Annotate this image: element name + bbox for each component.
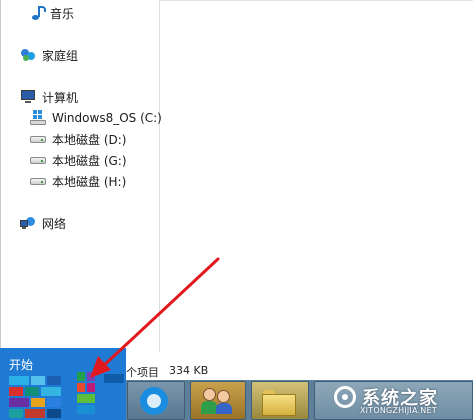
hard-drive-icon: [30, 134, 46, 144]
nav-item-network[interactable]: 网络: [20, 213, 66, 233]
nav-item-label: 网络: [42, 216, 67, 231]
windows-drive-icon: [30, 110, 46, 126]
browser-icon: [140, 387, 168, 415]
watermark-subtitle: XITONGZHIJIA.NET: [360, 406, 437, 415]
nav-item-drive-d[interactable]: 本地磁盘 (D:): [30, 129, 126, 149]
start-label: 开始: [9, 358, 34, 372]
status-selection-size: 334 KB: [169, 364, 209, 377]
nav-item-drive-g[interactable]: 本地磁盘 (G:): [30, 150, 127, 170]
nav-item-music[interactable]: 音乐: [30, 3, 74, 23]
music-note-icon: [30, 5, 46, 21]
network-icon: [20, 216, 36, 230]
navigation-pane-divider[interactable]: [159, 0, 160, 352]
nav-item-label: 计算机: [42, 90, 79, 105]
watermark-logo-icon: [334, 386, 358, 410]
nav-item-label: 家庭组: [42, 48, 79, 63]
file-explorer-icon: [262, 390, 296, 416]
nav-item-drive-h[interactable]: 本地磁盘 (H:): [30, 171, 126, 191]
nav-item-label: 音乐: [50, 6, 75, 21]
computer-icon: [20, 90, 36, 104]
nav-item-label: 本地磁盘 (D:): [52, 132, 127, 147]
nav-item-drive-c[interactable]: Windows8_OS (C:): [30, 108, 162, 128]
nav-item-label: Windows8_OS (C:): [52, 111, 162, 125]
homegroup-icon: [20, 48, 36, 62]
nav-item-label: 本地磁盘 (G:): [52, 153, 127, 168]
nav-item-homegroup[interactable]: 家庭组: [20, 45, 78, 65]
nav-item-label: 本地磁盘 (H:): [52, 174, 127, 189]
users-icon: [199, 386, 235, 416]
nav-item-computer[interactable]: 计算机: [20, 87, 78, 107]
status-item-count: 个项目: [126, 366, 159, 379]
hard-drive-icon: [30, 176, 46, 186]
hard-drive-icon: [30, 155, 46, 165]
